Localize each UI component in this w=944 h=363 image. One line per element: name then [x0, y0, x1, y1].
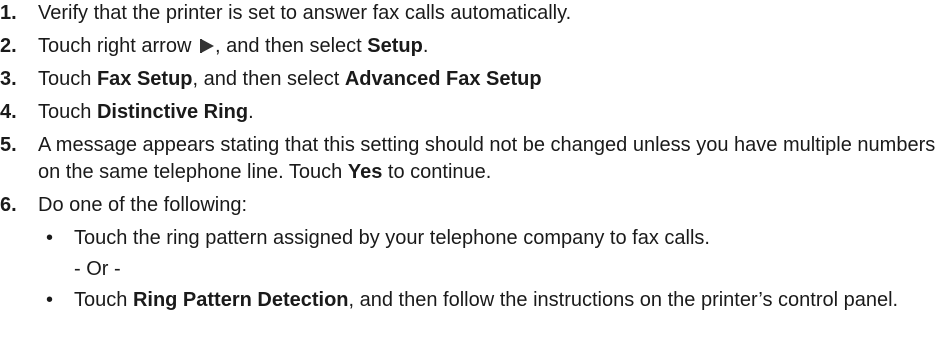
step-number: 5. [0, 134, 17, 156]
step-5: 5. A message appears stating that this s… [0, 132, 944, 186]
step-4: 4. Touch Distinctive Ring. [0, 99, 944, 126]
step-number: 3. [0, 68, 17, 90]
option-ring-pattern-detection: • Touch Ring Pattern Detection, and then… [38, 287, 944, 314]
bullet: • [46, 227, 54, 249]
step-text-middle: , and then select [214, 35, 368, 57]
advanced-fax-setup-label: Advanced Fax Setup [344, 68, 542, 90]
step-1: 1. Verify that the printer is set to ans… [0, 0, 944, 27]
options-list: • Touch the ring pattern assigned by you… [38, 225, 944, 314]
step-text-prefix: Touch [38, 101, 97, 123]
option-text-prefix: Touch [74, 289, 133, 311]
step-number: 2. [0, 35, 17, 57]
option-ring-pattern: • Touch the ring pattern assigned by you… [38, 225, 944, 283]
yes-label: Yes [347, 161, 383, 183]
setup-label: Setup [367, 35, 423, 57]
option-text-suffix: , and then follow the instructions on th… [348, 289, 899, 311]
right-arrow-icon [199, 39, 214, 53]
step-2: 2. Touch right arrow , and then select S… [0, 33, 944, 60]
bullet: • [46, 289, 54, 311]
step-6: 6. Do one of the following: • Touch the … [0, 192, 944, 314]
step-number: 6. [0, 194, 17, 216]
step-text-prefix: Touch right arrow [38, 35, 197, 57]
ring-pattern-detection-label: Ring Pattern Detection [132, 289, 349, 311]
step-3: 3. Touch Fax Setup, and then select Adva… [0, 66, 944, 93]
step-text: Do one of the following: [38, 194, 248, 216]
or-separator: - Or - [74, 258, 121, 280]
step-number: 4. [0, 101, 17, 123]
step-text-prefix: Touch [38, 68, 97, 90]
step-text-suffix: . [422, 35, 429, 57]
step-text-suffix: . [248, 101, 254, 123]
option-text: Touch the ring pattern assigned by your … [74, 227, 710, 249]
distinctive-ring-label: Distinctive Ring [96, 101, 249, 123]
step-text-middle: , and then select [192, 68, 345, 90]
step-text-suffix: to continue. [382, 161, 492, 183]
step-number: 1. [0, 2, 17, 24]
step-text: Verify that the printer is set to answer… [38, 2, 572, 24]
instruction-steps: 1. Verify that the printer is set to ans… [0, 0, 944, 320]
fax-setup-label: Fax Setup [96, 68, 193, 90]
